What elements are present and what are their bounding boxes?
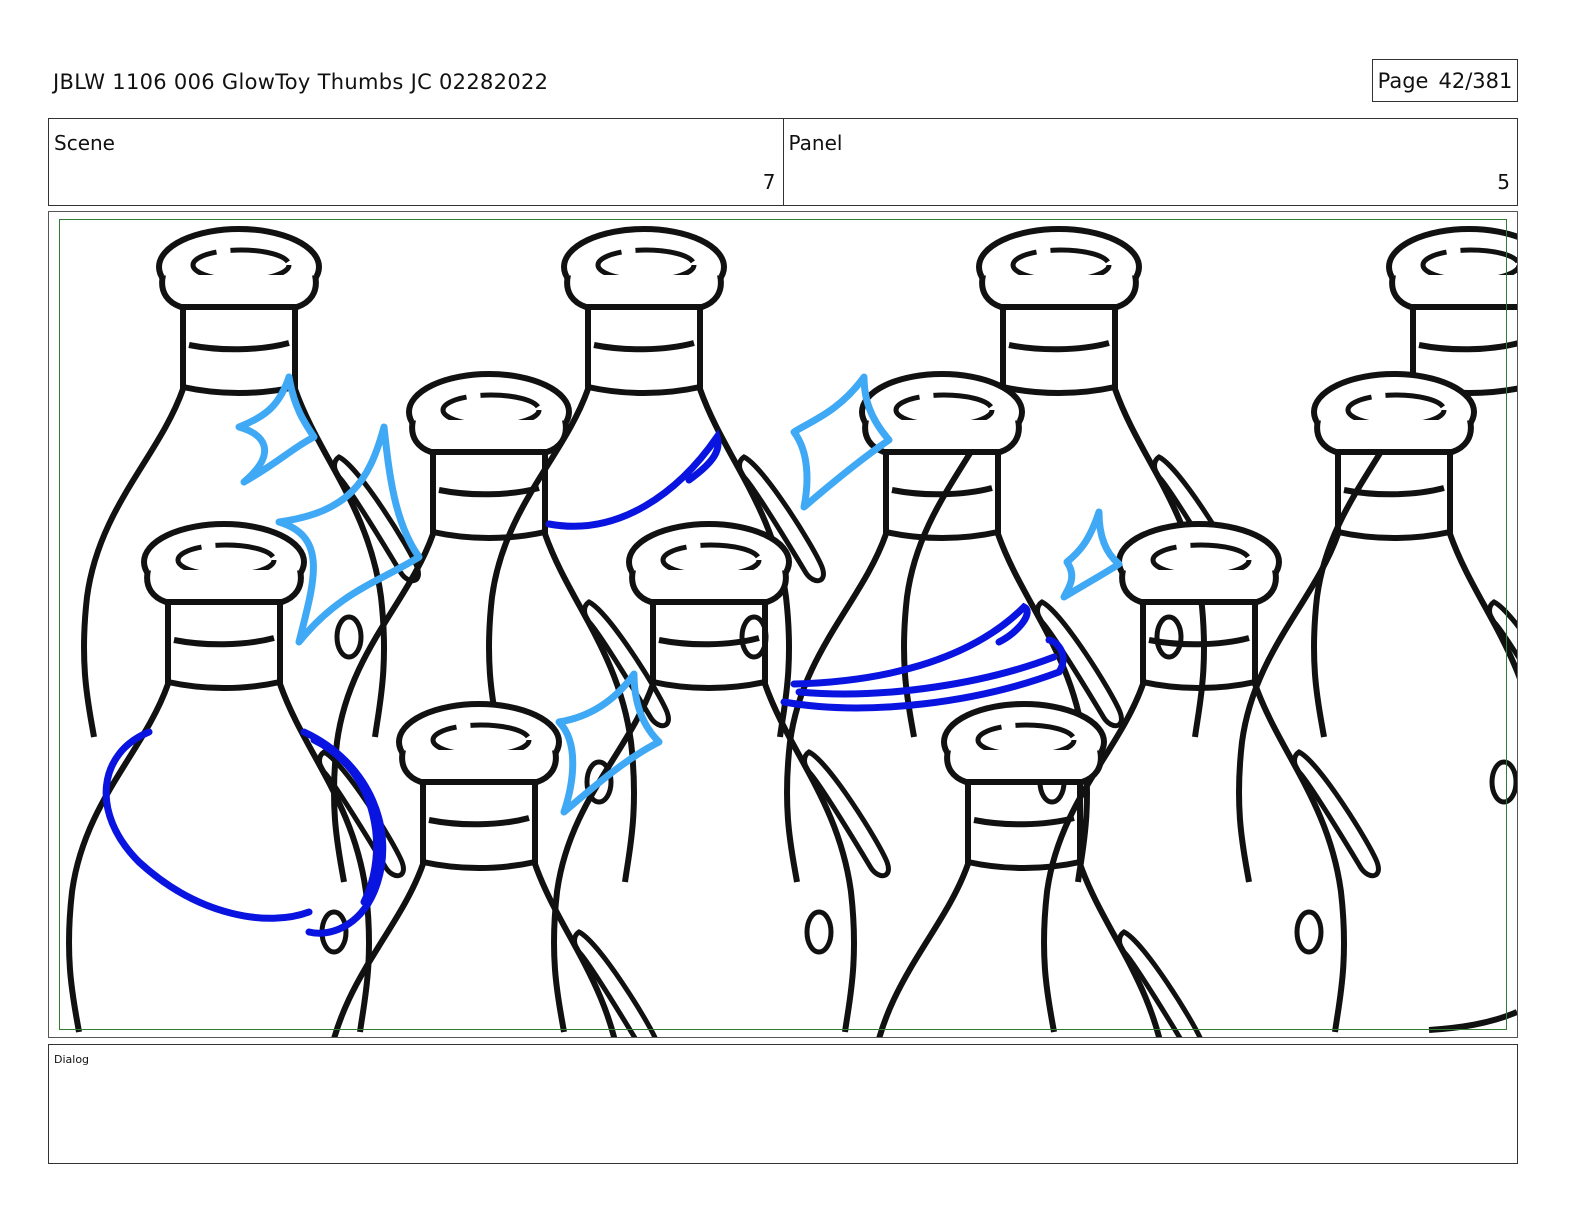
bottles-sketch-illustration [49,212,1517,1037]
frame-edge-curve [1428,1009,1517,1033]
storyboard-frame [48,211,1518,1038]
swoosh-stroke [102,728,313,922]
scene-cell: Scene 7 [49,119,783,205]
page-number: 42/381 [1438,68,1513,93]
page-indicator: Page 42/381 [1372,59,1518,102]
panel-cell: Panel 5 [782,119,1518,205]
sparkle-icon [1060,508,1123,601]
bottle-row-middle [334,374,1517,882]
bottle-row-front [69,524,1378,1032]
panel-label: Panel [788,131,843,155]
swoosh-stroke [780,636,1067,712]
panel-value: 5 [1497,170,1510,194]
document-title: JBLW 1106 006 GlowToy Thumbs JC 02282022 [53,70,549,94]
bottle-row-foreground [324,704,1203,1037]
scene-panel-header: Scene 7 Panel 5 [48,118,1518,206]
dialog-label: Dialog [54,1053,90,1066]
page-label: Page [1377,68,1429,93]
bottle-row-back [84,229,1517,737]
scene-value: 7 [762,170,776,194]
scene-label: Scene [54,131,115,155]
swoosh-stroke [545,429,722,530]
dialog-box: Dialog [48,1044,1518,1164]
